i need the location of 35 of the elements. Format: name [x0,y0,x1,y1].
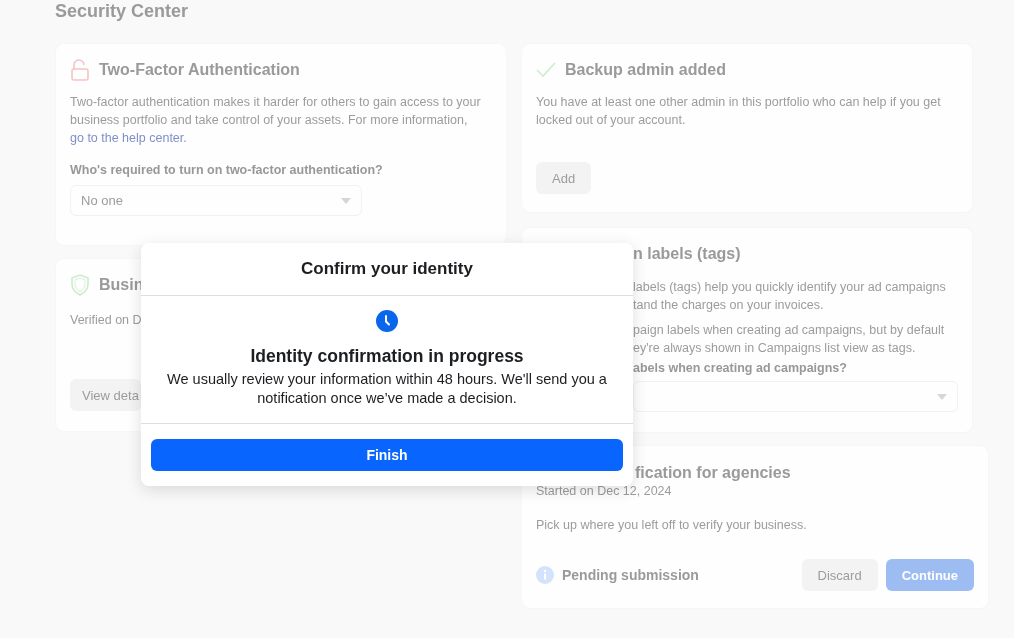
caret-icon [341,197,351,204]
checkmark-icon [536,62,556,78]
card-title: Backup admin added [565,61,726,79]
card-title: n labels (tags) [633,245,741,263]
dropdown-field[interactable]: No one [70,185,362,216]
view-details-button[interactable]: View deta [70,379,141,411]
card-description: You have at least one other admin in this portfolio who can help if you get locked out of your account. [536,94,942,129]
status-label: Pending submission [562,567,699,583]
dropdown-field[interactable] [633,381,958,412]
description-line: tand the charges on your invoices. [632,297,824,314]
page-title: Security Center [54,0,190,23]
card-title: Two-Factor Authentication [99,61,300,79]
caret-icon [937,393,947,400]
continue-button[interactable]: Continue [885,559,974,591]
dialog-message: We usually review your information within 48 hours. We'll send you a notification once we’ve made a decision. [167,370,607,408]
description-line: paign labels when creating ad campaigns, but by default [632,322,945,339]
card-title: fication for agencies [634,464,792,482]
unlocked-padlock-icon [70,59,90,81]
help-center-link[interactable]: go to the help center. [70,131,187,145]
card-description: Pick up where you left off to verify your business. [536,517,808,534]
info-icon [536,566,554,584]
start-date: Started on Dec 12, 2024 [536,483,672,500]
card-description: Two-factor authentication makes it harder for others to gain access to your business portfolio and take control of your assets. For more information, go to the help center. [70,94,482,147]
question-label: Who's required to turn on two-factor authentication? [70,163,383,177]
dialog-title: Confirm your identity [141,243,633,296]
shield-icon [70,274,90,296]
verified-date: Verified on D [70,312,142,329]
discard-button[interactable]: Discard [801,559,878,591]
finish-button[interactable]: Finish [151,439,623,471]
add-button[interactable]: Add [536,162,592,194]
clock-icon [376,310,398,332]
description-line: labels (tags) help you quickly identify your ad campaigns [632,279,946,296]
description-line: ey're always shown in Campaigns list view as tags. [632,340,916,357]
dialog-heading: Identity confirmation in progress [250,346,524,367]
question-label: abels when creating ad campaigns? [632,361,847,375]
